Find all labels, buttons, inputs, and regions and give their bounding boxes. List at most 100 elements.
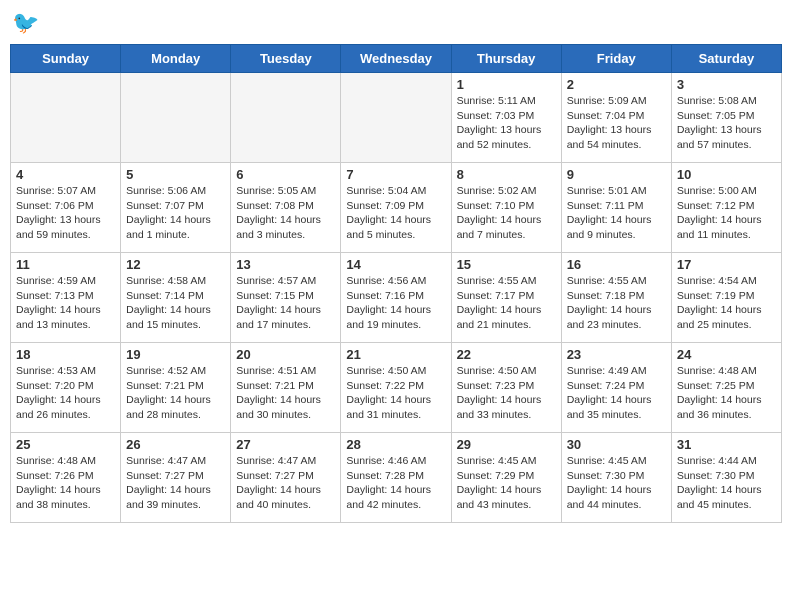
- day-info: Sunrise: 4:59 AM Sunset: 7:13 PM Dayligh…: [16, 274, 115, 333]
- day-cell-5-7: 31 Sunrise: 4:44 AM Sunset: 7:30 PM Dayli…: [671, 433, 781, 523]
- logo-bird-icon: 🐦: [12, 10, 39, 35]
- day-number: 19: [126, 347, 225, 362]
- day-cell-3-5: 15 Sunrise: 4:55 AM Sunset: 7:17 PM Dayli…: [451, 253, 561, 343]
- day-number: 16: [567, 257, 666, 272]
- day-number: 17: [677, 257, 776, 272]
- day-info: Sunrise: 4:51 AM Sunset: 7:21 PM Dayligh…: [236, 364, 335, 423]
- day-info: Sunrise: 5:07 AM Sunset: 7:06 PM Dayligh…: [16, 184, 115, 243]
- day-cell-5-6: 30 Sunrise: 4:45 AM Sunset: 7:30 PM Dayli…: [561, 433, 671, 523]
- day-number: 15: [457, 257, 556, 272]
- day-cell-5-2: 26 Sunrise: 4:47 AM Sunset: 7:27 PM Dayli…: [121, 433, 231, 523]
- day-info: Sunrise: 4:50 AM Sunset: 7:23 PM Dayligh…: [457, 364, 556, 423]
- day-info: Sunrise: 5:11 AM Sunset: 7:03 PM Dayligh…: [457, 94, 556, 153]
- day-info: Sunrise: 4:47 AM Sunset: 7:27 PM Dayligh…: [236, 454, 335, 513]
- day-cell-4-5: 22 Sunrise: 4:50 AM Sunset: 7:23 PM Dayli…: [451, 343, 561, 433]
- day-info: Sunrise: 4:55 AM Sunset: 7:18 PM Dayligh…: [567, 274, 666, 333]
- day-number: 18: [16, 347, 115, 362]
- day-info: Sunrise: 4:52 AM Sunset: 7:21 PM Dayligh…: [126, 364, 225, 423]
- day-cell-2-6: 9 Sunrise: 5:01 AM Sunset: 7:11 PM Daylig…: [561, 163, 671, 253]
- day-cell-2-7: 10 Sunrise: 5:00 AM Sunset: 7:12 PM Dayli…: [671, 163, 781, 253]
- day-number: 29: [457, 437, 556, 452]
- day-cell-5-4: 28Sunrise: 4:46 AM Sunset: 7:28 PM Dayli…: [341, 433, 451, 523]
- day-cell-5-1: 25Sunrise: 4:48 AM Sunset: 7:26 PM Dayli…: [11, 433, 121, 523]
- day-info: Sunrise: 4:53 AM Sunset: 7:20 PM Dayligh…: [16, 364, 115, 423]
- day-number: 8: [457, 167, 556, 182]
- day-cell-2-4: 7 Sunrise: 5:04 AM Sunset: 7:09 PM Daylig…: [341, 163, 451, 253]
- day-cell-1-7: 3 Sunrise: 5:08 AM Sunset: 7:05 PM Daylig…: [671, 73, 781, 163]
- day-info: Sunrise: 4:50 AM Sunset: 7:22 PM Dayligh…: [346, 364, 445, 423]
- day-cell-4-4: 21 Sunrise: 4:50 AM Sunset: 7:22 PM Dayli…: [341, 343, 451, 433]
- weekday-header-thursday: Thursday: [451, 45, 561, 73]
- day-info: Sunrise: 4:56 AM Sunset: 7:16 PM Dayligh…: [346, 274, 445, 333]
- day-cell-4-3: 20 Sunrise: 4:51 AM Sunset: 7:21 PM Dayli…: [231, 343, 341, 433]
- week-row-4: 18 Sunrise: 4:53 AM Sunset: 7:20 PM Dayli…: [11, 343, 782, 433]
- day-cell-1-1: [11, 73, 121, 163]
- day-cell-2-2: 5 Sunrise: 5:06 AM Sunset: 7:07 PM Daylig…: [121, 163, 231, 253]
- day-cell-1-2: [121, 73, 231, 163]
- day-number: 23: [567, 347, 666, 362]
- day-info: Sunrise: 4:47 AM Sunset: 7:27 PM Dayligh…: [126, 454, 225, 513]
- day-cell-4-6: 23 Sunrise: 4:49 AM Sunset: 7:24 PM Dayli…: [561, 343, 671, 433]
- day-number: 1: [457, 77, 556, 92]
- day-number: 3: [677, 77, 776, 92]
- day-info: Sunrise: 4:54 AM Sunset: 7:19 PM Dayligh…: [677, 274, 776, 333]
- page-header: 🐦: [10, 10, 782, 36]
- day-cell-4-7: 24Sunrise: 4:48 AM Sunset: 7:25 PM Dayli…: [671, 343, 781, 433]
- day-info: Sunrise: 5:00 AM Sunset: 7:12 PM Dayligh…: [677, 184, 776, 243]
- day-number: 2: [567, 77, 666, 92]
- day-cell-4-1: 18 Sunrise: 4:53 AM Sunset: 7:20 PM Dayli…: [11, 343, 121, 433]
- day-cell-1-5: 1 Sunrise: 5:11 AM Sunset: 7:03 PM Daylig…: [451, 73, 561, 163]
- day-number: 25: [16, 437, 115, 452]
- weekday-header-wednesday: Wednesday: [341, 45, 451, 73]
- day-cell-3-1: 11Sunrise: 4:59 AM Sunset: 7:13 PM Dayli…: [11, 253, 121, 343]
- day-info: Sunrise: 5:08 AM Sunset: 7:05 PM Dayligh…: [677, 94, 776, 153]
- day-number: 21: [346, 347, 445, 362]
- day-cell-3-2: 12 Sunrise: 4:58 AM Sunset: 7:14 PM Dayli…: [121, 253, 231, 343]
- day-info: Sunrise: 4:44 AM Sunset: 7:30 PM Dayligh…: [677, 454, 776, 513]
- day-number: 22: [457, 347, 556, 362]
- day-cell-3-6: 16 Sunrise: 4:55 AM Sunset: 7:18 PM Dayli…: [561, 253, 671, 343]
- day-number: 24: [677, 347, 776, 362]
- day-info: Sunrise: 5:02 AM Sunset: 7:10 PM Dayligh…: [457, 184, 556, 243]
- week-row-1: 1 Sunrise: 5:11 AM Sunset: 7:03 PM Daylig…: [11, 73, 782, 163]
- day-number: 31: [677, 437, 776, 452]
- day-number: 12: [126, 257, 225, 272]
- day-cell-2-3: 6Sunrise: 5:05 AM Sunset: 7:08 PM Daylig…: [231, 163, 341, 253]
- day-info: Sunrise: 5:09 AM Sunset: 7:04 PM Dayligh…: [567, 94, 666, 153]
- day-number: 10: [677, 167, 776, 182]
- day-number: 6: [236, 167, 335, 182]
- day-number: 27: [236, 437, 335, 452]
- day-info: Sunrise: 4:55 AM Sunset: 7:17 PM Dayligh…: [457, 274, 556, 333]
- day-cell-3-3: 13Sunrise: 4:57 AM Sunset: 7:15 PM Dayli…: [231, 253, 341, 343]
- week-row-5: 25Sunrise: 4:48 AM Sunset: 7:26 PM Dayli…: [11, 433, 782, 523]
- day-cell-3-7: 17 Sunrise: 4:54 AM Sunset: 7:19 PM Dayli…: [671, 253, 781, 343]
- day-number: 7: [346, 167, 445, 182]
- day-info: Sunrise: 5:01 AM Sunset: 7:11 PM Dayligh…: [567, 184, 666, 243]
- day-cell-2-5: 8 Sunrise: 5:02 AM Sunset: 7:10 PM Daylig…: [451, 163, 561, 253]
- weekday-header-row: SundayMondayTuesdayWednesdayThursdayFrid…: [11, 45, 782, 73]
- logo: 🐦: [10, 10, 39, 36]
- day-info: Sunrise: 5:04 AM Sunset: 7:09 PM Dayligh…: [346, 184, 445, 243]
- calendar-table: SundayMondayTuesdayWednesdayThursdayFrid…: [10, 44, 782, 523]
- day-cell-3-4: 14 Sunrise: 4:56 AM Sunset: 7:16 PM Dayli…: [341, 253, 451, 343]
- day-info: Sunrise: 4:45 AM Sunset: 7:29 PM Dayligh…: [457, 454, 556, 513]
- weekday-header-sunday: Sunday: [11, 45, 121, 73]
- day-cell-5-5: 29 Sunrise: 4:45 AM Sunset: 7:29 PM Dayli…: [451, 433, 561, 523]
- day-number: 20: [236, 347, 335, 362]
- day-cell-4-2: 19 Sunrise: 4:52 AM Sunset: 7:21 PM Dayli…: [121, 343, 231, 433]
- day-number: 9: [567, 167, 666, 182]
- day-info: Sunrise: 4:58 AM Sunset: 7:14 PM Dayligh…: [126, 274, 225, 333]
- day-info: Sunrise: 4:46 AM Sunset: 7:28 PM Dayligh…: [346, 454, 445, 513]
- weekday-header-saturday: Saturday: [671, 45, 781, 73]
- day-number: 30: [567, 437, 666, 452]
- week-row-2: 4 Sunrise: 5:07 AM Sunset: 7:06 PM Daylig…: [11, 163, 782, 253]
- day-info: Sunrise: 5:06 AM Sunset: 7:07 PM Dayligh…: [126, 184, 225, 243]
- day-number: 14: [346, 257, 445, 272]
- day-number: 5: [126, 167, 225, 182]
- day-info: Sunrise: 4:45 AM Sunset: 7:30 PM Dayligh…: [567, 454, 666, 513]
- day-cell-2-1: 4 Sunrise: 5:07 AM Sunset: 7:06 PM Daylig…: [11, 163, 121, 253]
- day-number: 4: [16, 167, 115, 182]
- day-info: Sunrise: 4:49 AM Sunset: 7:24 PM Dayligh…: [567, 364, 666, 423]
- weekday-header-tuesday: Tuesday: [231, 45, 341, 73]
- day-number: 26: [126, 437, 225, 452]
